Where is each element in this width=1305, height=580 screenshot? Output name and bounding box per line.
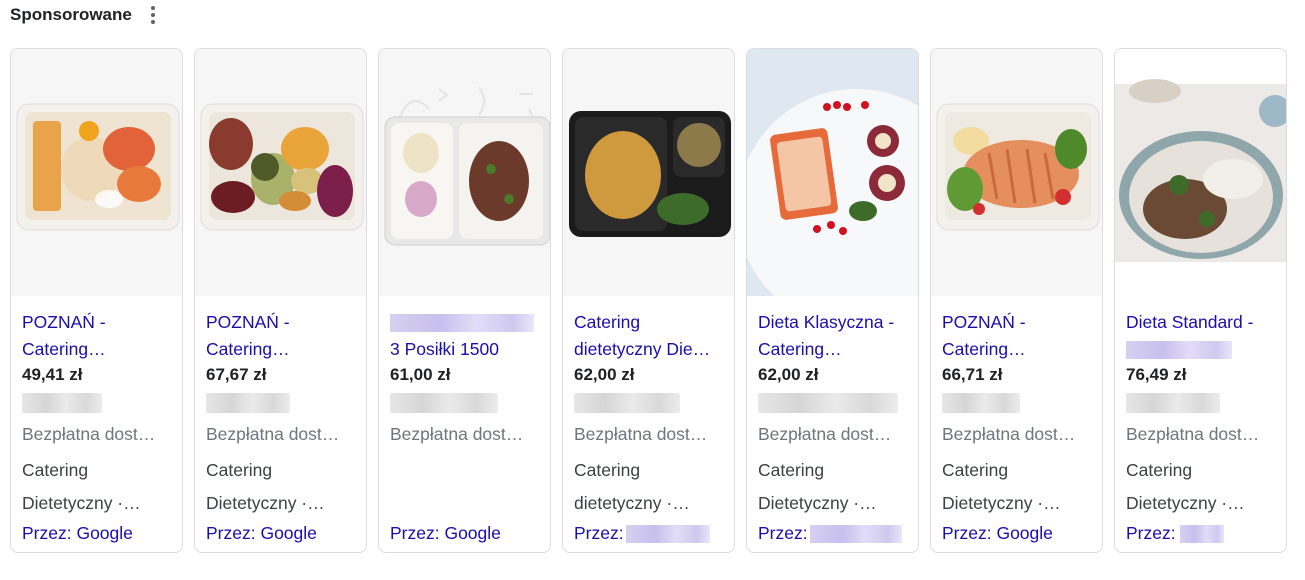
product-image[interactable]: [379, 49, 550, 296]
product-image[interactable]: [747, 49, 918, 296]
product-card[interactable]: Dieta Klasyczna - Catering… 62,00 zł Bez…: [746, 48, 919, 553]
via-label[interactable]: Przez:: [758, 523, 808, 543]
shipping-info: Bezpłatna dost…: [390, 424, 524, 444]
category-line2: Dietetyczny ·…: [942, 493, 1061, 513]
shipping-info: Bezpłatna dost…: [758, 424, 892, 444]
shipping-info: Bezpłatna dost…: [1126, 424, 1260, 444]
via-link[interactable]: Przez:: [574, 521, 728, 545]
category-line1: Catering: [758, 460, 825, 480]
sponsored-header: Sponsorowane: [10, 4, 156, 26]
product-title-line2[interactable]: Catering…: [22, 336, 174, 363]
product-title-line1[interactable]: [390, 309, 542, 336]
via-link[interactable]: Przez: Google: [942, 521, 1096, 545]
blurred-merchant: [574, 393, 680, 413]
product-title-line2[interactable]: Catering…: [206, 336, 358, 363]
via-label[interactable]: Przez:: [574, 523, 624, 543]
product-title-line1[interactable]: Catering: [574, 309, 726, 336]
product-card[interactable]: POZNAŃ - Catering… 49,41 zł Bezpłatna do…: [10, 48, 183, 553]
product-title-line2[interactable]: Catering…: [758, 336, 910, 363]
via-link[interactable]: Przez: Google: [390, 521, 544, 545]
product-price: 67,67 zł: [206, 365, 267, 384]
via-link[interactable]: Przez:: [1126, 521, 1280, 545]
product-carousel: POZNAŃ - Catering… 49,41 zł Bezpłatna do…: [10, 48, 1287, 553]
category-line2: Dietetyczny ·…: [758, 493, 877, 513]
product-price: 66,71 zł: [942, 365, 1003, 384]
product-title-line2[interactable]: Catering…: [942, 336, 1094, 363]
product-price: 61,00 zł: [390, 365, 451, 384]
blurred-merchant-name: [1179, 525, 1224, 544]
blurred-merchant: [1126, 393, 1220, 413]
blurred-merchant: [758, 393, 898, 413]
category-line1: Catering: [574, 460, 641, 480]
blurred-title: [1126, 341, 1232, 360]
product-title-line1[interactable]: POZNAŃ -: [942, 309, 1094, 336]
product-price: 62,00 zł: [758, 365, 819, 384]
product-image[interactable]: [931, 49, 1102, 296]
product-price: 49,41 zł: [22, 365, 83, 384]
via-link[interactable]: Przez:: [758, 521, 912, 545]
product-title-line1[interactable]: POZNAŃ -: [206, 309, 358, 336]
via-label[interactable]: Przez: Google: [206, 523, 317, 543]
category-line1: Catering: [22, 460, 89, 480]
product-image[interactable]: [563, 49, 734, 296]
category-line1: Catering: [206, 460, 273, 480]
via-label[interactable]: Przez: Google: [942, 523, 1053, 543]
blurred-title: [390, 314, 534, 333]
sponsored-title: Sponsorowane: [10, 5, 132, 24]
shipping-info: Bezpłatna dost…: [942, 424, 1076, 444]
product-title-line1[interactable]: Dieta Klasyczna -: [758, 309, 910, 336]
product-card[interactable]: POZNAŃ - Catering… 67,67 zł Bezpłatna do…: [194, 48, 367, 553]
product-title-line1[interactable]: POZNAŃ -: [22, 309, 174, 336]
blurred-merchant: [22, 393, 102, 413]
via-label[interactable]: Przez: Google: [390, 523, 501, 543]
category-line1: Catering: [1126, 460, 1193, 480]
category-line2: Dietetyczny ·…: [22, 493, 141, 513]
product-image[interactable]: [195, 49, 366, 296]
category-line2: Dietetyczny ·…: [1126, 493, 1245, 513]
blurred-merchant: [206, 393, 290, 413]
via-link[interactable]: Przez: Google: [22, 521, 176, 545]
product-card[interactable]: 3 Posiłki 1500 61,00 zł Bezpłatna dost… …: [378, 48, 551, 553]
category-line2: dietetyczny ·…: [574, 493, 690, 513]
product-title-line2[interactable]: dietetyczny Die…: [574, 336, 726, 363]
via-label[interactable]: Przez: Google: [22, 523, 133, 543]
product-price: 62,00 zł: [574, 365, 635, 384]
product-image[interactable]: [11, 49, 182, 296]
product-title-line1[interactable]: Dieta Standard -: [1126, 309, 1278, 336]
product-price: 76,49 zł: [1126, 365, 1187, 384]
via-link[interactable]: Przez: Google: [206, 521, 360, 545]
product-card[interactable]: Dieta Standard - 76,49 zł Bezpłatna dost…: [1114, 48, 1287, 553]
more-options-icon[interactable]: [150, 6, 156, 24]
blurred-merchant-name: [625, 525, 710, 544]
category-line1: Catering: [942, 460, 1009, 480]
blurred-merchant: [390, 393, 498, 413]
product-title-line2[interactable]: [1126, 336, 1278, 363]
product-image[interactable]: [1115, 49, 1286, 296]
via-label[interactable]: Przez:: [1126, 523, 1176, 543]
shipping-info: Bezpłatna dost…: [574, 424, 708, 444]
product-card[interactable]: POZNAŃ - Catering… 66,71 zł Bezpłatna do…: [930, 48, 1103, 553]
shipping-info: Bezpłatna dost…: [22, 424, 156, 444]
shipping-info: Bezpłatna dost…: [206, 424, 340, 444]
product-card[interactable]: Catering dietetyczny Die… 62,00 zł Bezpł…: [562, 48, 735, 553]
category-line2: Dietetyczny ·…: [206, 493, 325, 513]
product-title-line2[interactable]: 3 Posiłki 1500: [390, 336, 542, 363]
blurred-merchant-name: [809, 525, 902, 544]
blurred-merchant: [942, 393, 1020, 413]
